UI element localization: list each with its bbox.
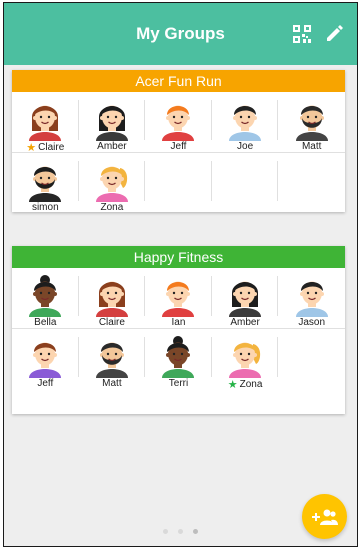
member-name-text: Jeff <box>170 141 187 152</box>
avatar <box>223 97 267 141</box>
member-name-text: Terri <box>168 378 189 389</box>
member-name: Ian <box>172 317 186 328</box>
member-name: Joe <box>237 141 253 152</box>
member-cell[interactable]: Matt <box>278 92 345 152</box>
avatar <box>290 97 334 141</box>
member-name: Jason <box>298 317 325 328</box>
member-name-text: Jason <box>298 317 326 328</box>
avatar <box>223 273 267 317</box>
group-card[interactable]: Acer Fun Run ★ Claire Amber Jeff Joe Matt simo… <box>12 70 345 213</box>
avatar <box>90 97 134 141</box>
avatar <box>156 97 200 141</box>
member-cell <box>211 152 279 213</box>
page-dot[interactable] <box>193 529 198 534</box>
member-cell[interactable]: Jason <box>278 268 345 328</box>
qr-code-icon[interactable] <box>293 25 311 43</box>
member-name-text: Joe <box>237 141 254 152</box>
page-dot[interactable] <box>178 529 183 534</box>
member-name-text: Matt <box>102 378 122 389</box>
member-name-text: Zona <box>239 379 263 390</box>
member-name: simon <box>32 202 59 213</box>
avatar <box>23 158 67 202</box>
member-cell[interactable]: Terri <box>145 328 212 389</box>
avatar <box>90 158 134 202</box>
app-header: My Groups <box>4 3 357 65</box>
member-name-text: Claire <box>98 317 125 328</box>
member-cell[interactable]: Matt <box>78 328 146 389</box>
page-title: My Groups <box>136 24 225 43</box>
member-cell[interactable]: Claire <box>79 268 146 328</box>
member-name: Jeff <box>37 378 53 389</box>
avatar <box>156 273 200 317</box>
member-name: Claire <box>99 317 125 328</box>
avatar <box>90 334 134 378</box>
member-cell[interactable]: ★ Zona <box>211 328 279 391</box>
member-cell[interactable]: Ian <box>145 268 212 328</box>
page-dot[interactable] <box>163 529 168 534</box>
member-cell[interactable]: Jeff <box>145 92 212 152</box>
member-cell[interactable]: Joe <box>212 92 279 152</box>
member-name: Bella <box>34 317 56 328</box>
member-name-text: Zona <box>100 202 124 213</box>
member-name-text: Bella <box>34 317 57 328</box>
member-cell[interactable]: Amber <box>212 268 279 328</box>
member-cell[interactable]: Zona <box>78 152 146 213</box>
avatar <box>23 97 67 141</box>
app-screen: My Groups Acer Fun Run ★ Claire Amber Jeff J… <box>3 2 358 547</box>
avatar <box>156 334 200 378</box>
member-name-text: Amber <box>230 317 260 328</box>
member-cell <box>145 152 212 213</box>
member-cell <box>278 152 345 213</box>
member-name-text: simon <box>31 202 59 213</box>
avatar <box>223 334 267 378</box>
add-group-icon <box>311 509 338 525</box>
group-card[interactable]: Happy Fitness Bella Claire Ian Amber Jason Je… <box>12 246 345 414</box>
avatar <box>23 273 67 317</box>
member-cell[interactable]: Bella <box>12 268 79 328</box>
add-group-button[interactable] <box>302 494 347 539</box>
member-cell[interactable]: Amber <box>79 92 146 152</box>
member-name-text: Jeff <box>37 378 54 389</box>
member-name: Amber <box>97 141 126 152</box>
page-indicator <box>4 529 357 534</box>
group-title: Happy Fitness <box>12 246 345 268</box>
member-name: Amber <box>230 317 259 328</box>
member-name: Terri <box>169 378 188 389</box>
member-cell[interactable]: Jeff <box>12 328 79 389</box>
avatar <box>90 273 134 317</box>
star-icon: ★ <box>227 379 238 391</box>
avatar <box>290 273 334 317</box>
member-name: Matt <box>302 141 321 152</box>
member-cell <box>278 328 345 389</box>
member-name: ★ Zona <box>228 378 263 391</box>
member-name-text: Ian <box>171 317 186 328</box>
member-name: Matt <box>102 378 121 389</box>
avatar <box>23 334 67 378</box>
pencil-icon[interactable] <box>325 23 345 43</box>
member-cell[interactable]: ★ Claire <box>12 92 79 154</box>
member-name: Jeff <box>171 141 187 152</box>
member-name: Zona <box>100 202 123 213</box>
member-name-text: Matt <box>301 141 322 152</box>
group-title: Acer Fun Run <box>12 70 345 92</box>
member-cell[interactable]: simon <box>12 152 79 213</box>
member-name-text: Amber <box>97 141 127 152</box>
